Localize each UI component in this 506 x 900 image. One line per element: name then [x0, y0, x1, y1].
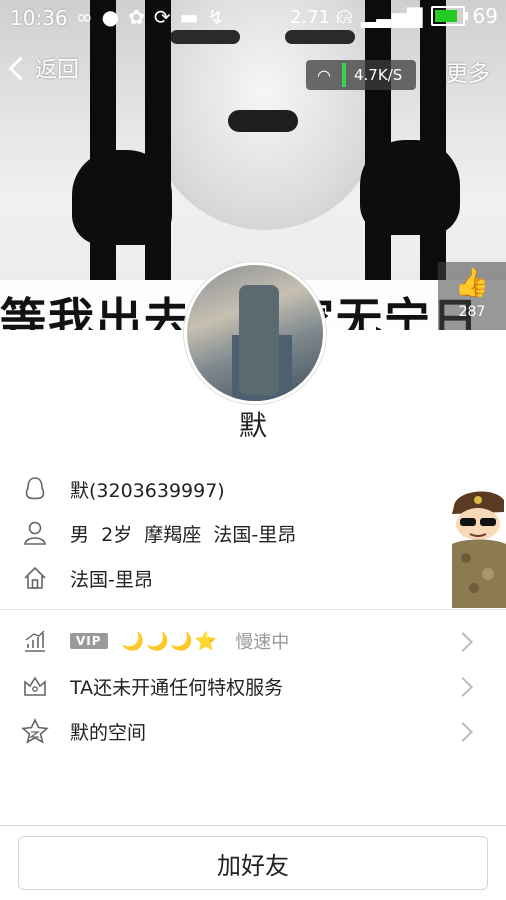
chevron-left-icon — [8, 55, 33, 81]
status-time: 10:36 — [10, 6, 68, 30]
chevron-right-icon — [453, 632, 473, 652]
star-icon — [20, 716, 50, 746]
status-right: ◠ ▂▃▅▇ 69 — [336, 4, 498, 28]
penguin-icon — [20, 474, 50, 504]
qq-account: 默(3203639997) — [70, 479, 225, 502]
cover-fist-left — [72, 150, 172, 245]
home-icon — [20, 563, 50, 593]
person-icon — [20, 518, 50, 548]
network-speed-pill: ◠ 4.7K/S — [306, 60, 416, 90]
avatar-skateboard — [239, 285, 279, 395]
zodiac: 摩羯座 — [144, 523, 202, 546]
battery-level: 69 — [472, 4, 498, 28]
level-chart-icon — [20, 626, 50, 656]
avatar[interactable] — [184, 262, 326, 404]
message-icon: ▬ — [179, 5, 199, 29]
crown-icon — [20, 671, 50, 701]
profile-name: 默 — [238, 409, 267, 442]
like-count: 287 — [458, 304, 486, 320]
age: 2岁 — [101, 523, 133, 546]
chevron-right-icon — [453, 722, 473, 742]
location: 法国-里昂 — [213, 523, 297, 546]
space-link: 默的空间 — [70, 721, 147, 744]
back-label: 返回 — [35, 58, 80, 83]
thumbs-up-icon: 👍 — [454, 266, 490, 299]
sync-icon: ⟳ — [153, 5, 171, 29]
paw-icon: ✿ — [128, 5, 145, 29]
like-button[interactable]: 👍 287 — [438, 262, 506, 330]
cover-bar — [90, 0, 116, 290]
hometown-row: 法国-里昂 — [20, 558, 490, 598]
space-row[interactable]: 默的空间 — [20, 711, 490, 751]
missed-call-icon: ↯ — [207, 5, 225, 29]
privilege-text: TA还未开通任何特权服务 — [70, 676, 284, 699]
cover-bar — [145, 0, 171, 290]
bottom-divider — [0, 825, 506, 826]
infinity-icon: ∞ — [76, 5, 93, 29]
vip-row[interactable]: VIP 🌙🌙🌙⭐ 慢速中 — [20, 621, 490, 661]
cover-fist-right — [360, 140, 460, 235]
basic-info-row: 男 2岁 摩羯座 法国-里昂 — [20, 513, 490, 553]
speed-divider — [342, 63, 346, 87]
network-speed: 4.7K/S — [354, 66, 403, 84]
add-friend-button[interactable]: 加好友 — [18, 836, 488, 890]
qq-row: 默(3203639997) — [20, 469, 490, 509]
level-moons: 🌙🌙🌙⭐ — [121, 630, 220, 652]
chat-icon: ● — [101, 5, 120, 29]
gender: 男 — [70, 523, 90, 546]
status-bar: 10:36 ∞ ● ✿ ⟳ ▬ ↯ 2.71 K/s ◠ ▂▃▅▇ 69 — [0, 0, 506, 36]
soldier-mascot-icon[interactable] — [444, 484, 506, 608]
chevron-right-icon — [453, 677, 473, 697]
level-speed-status: 慢速中 — [235, 632, 290, 653]
back-button[interactable]: 返回 — [8, 52, 80, 84]
wifi-icon: ◠ — [317, 65, 331, 85]
privilege-row[interactable]: TA还未开通任何特权服务 — [20, 666, 490, 706]
cover-mouth — [228, 110, 298, 132]
signal-icon: ▂▃▅▇ — [361, 4, 423, 28]
vip-badge: VIP — [70, 633, 108, 649]
wifi-icon: ◠ — [335, 4, 354, 28]
battery-icon — [430, 6, 468, 26]
section-divider — [0, 609, 506, 610]
notification-icons: ∞ ● ✿ ⟳ ▬ ↯ — [76, 5, 224, 29]
more-button[interactable]: 更多 — [446, 56, 490, 88]
hometown: 法国-里昂 — [70, 568, 153, 591]
